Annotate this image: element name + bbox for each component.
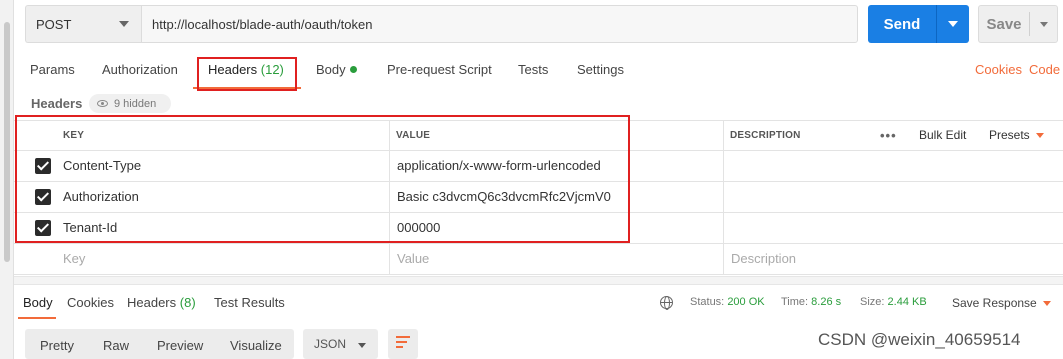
tab-label: Pre-request Script — [387, 62, 492, 77]
status-value: 200 OK — [727, 296, 765, 308]
tab-count: (8) — [179, 295, 196, 310]
new-value-input[interactable]: Value — [397, 251, 429, 266]
chevron-down-icon — [1040, 21, 1048, 27]
globe-icon[interactable] — [660, 296, 673, 310]
tab-label: Body — [316, 62, 346, 77]
highlight-box-table — [15, 115, 630, 243]
tab-body[interactable]: Body — [316, 62, 357, 77]
response-tab-cookies[interactable]: Cookies — [67, 295, 114, 310]
save-response-dropdown[interactable]: Save Response — [952, 296, 1051, 310]
scrollbar-thumb[interactable] — [4, 22, 10, 262]
size-value: 2.44 KB — [887, 296, 927, 308]
active-tab-indicator — [18, 317, 56, 319]
method-select[interactable]: POST — [25, 5, 141, 43]
send-button[interactable]: Send — [868, 5, 969, 43]
watermark: CSDN @weixin_40659514 — [818, 330, 1021, 349]
wrap-lines-button[interactable] — [388, 329, 418, 359]
tab-label: Authorization — [102, 62, 178, 77]
chevron-down-icon — [358, 343, 366, 348]
eye-icon — [97, 100, 108, 107]
hidden-count: 9 hidden — [114, 97, 157, 110]
view-pretty-button[interactable]: Pretty — [40, 338, 74, 353]
response-status: Status: 200 OK — [690, 296, 765, 308]
format-label: JSON — [314, 337, 347, 351]
send-dropdown-button[interactable] — [937, 5, 969, 43]
response-size: Size: 2.44 KB — [860, 296, 927, 308]
tab-authorization[interactable]: Authorization — [102, 62, 178, 77]
highlight-box-headers-tab — [197, 57, 297, 91]
tab-settings[interactable]: Settings — [577, 62, 624, 77]
format-select[interactable]: JSON — [303, 329, 378, 359]
column-header-description: DESCRIPTION — [730, 130, 801, 141]
time-label: Time: — [781, 296, 809, 308]
send-label: Send — [883, 15, 921, 33]
hidden-headers-toggle[interactable]: 9 hidden — [89, 94, 171, 113]
tab-pre-request-script[interactable]: Pre-request Script — [387, 62, 492, 77]
presets-dropdown[interactable]: Presets — [989, 128, 1044, 142]
section-divider — [14, 276, 1063, 285]
save-button[interactable]: Save — [978, 5, 1058, 43]
save-response-label: Save Response — [952, 296, 1037, 310]
tab-tests[interactable]: Tests — [518, 62, 548, 77]
chevron-down-icon — [119, 21, 129, 27]
save-label: Save — [986, 15, 1022, 33]
tab-label: Params — [30, 62, 75, 77]
view-preview-button[interactable]: Preview — [157, 338, 203, 353]
status-dot-icon — [349, 66, 357, 73]
status-label: Status: — [690, 296, 725, 308]
left-scrollbar[interactable] — [0, 0, 14, 359]
url-input[interactable]: http://localhost/blade-auth/oauth/token — [141, 5, 858, 43]
chevron-down-icon — [1042, 301, 1051, 306]
cookies-link[interactable]: Cookies — [975, 62, 1022, 77]
more-options-icon[interactable]: ••• — [880, 128, 897, 143]
new-description-input[interactable]: Description — [731, 251, 796, 266]
new-key-input[interactable]: Key — [63, 251, 85, 266]
size-label: Size: — [860, 296, 885, 308]
table-row-empty — [14, 244, 1063, 275]
tab-label: Settings — [577, 62, 624, 77]
response-time: Time: 8.26 s — [781, 296, 841, 308]
response-tab-test-results[interactable]: Test Results — [214, 295, 285, 310]
method-label: POST — [36, 16, 72, 32]
tab-params[interactable]: Params — [30, 62, 75, 77]
url-text: http://localhost/blade-auth/oauth/token — [152, 16, 373, 32]
wrap-lines-icon — [396, 336, 410, 352]
tab-label: Headers — [127, 295, 177, 310]
bulk-edit-link[interactable]: Bulk Edit — [919, 128, 966, 142]
chevron-down-icon — [948, 21, 958, 27]
response-tab-headers[interactable]: Headers (8) — [127, 295, 196, 310]
time-value: 8.26 s — [811, 296, 842, 308]
tab-label: Tests — [518, 62, 549, 77]
column-divider — [723, 120, 724, 275]
view-visualize-button[interactable]: Visualize — [230, 338, 282, 353]
view-raw-button[interactable]: Raw — [103, 338, 129, 353]
presets-label: Presets — [989, 128, 1030, 142]
view-mode-group: Pretty Raw Preview Visualize — [25, 329, 294, 359]
chevron-down-icon — [1035, 133, 1044, 138]
save-dropdown-button[interactable] — [1030, 6, 1058, 42]
code-link[interactable]: Code — [1029, 62, 1060, 77]
headers-section-title: Headers — [31, 96, 83, 111]
response-tab-body[interactable]: Body — [23, 295, 53, 310]
